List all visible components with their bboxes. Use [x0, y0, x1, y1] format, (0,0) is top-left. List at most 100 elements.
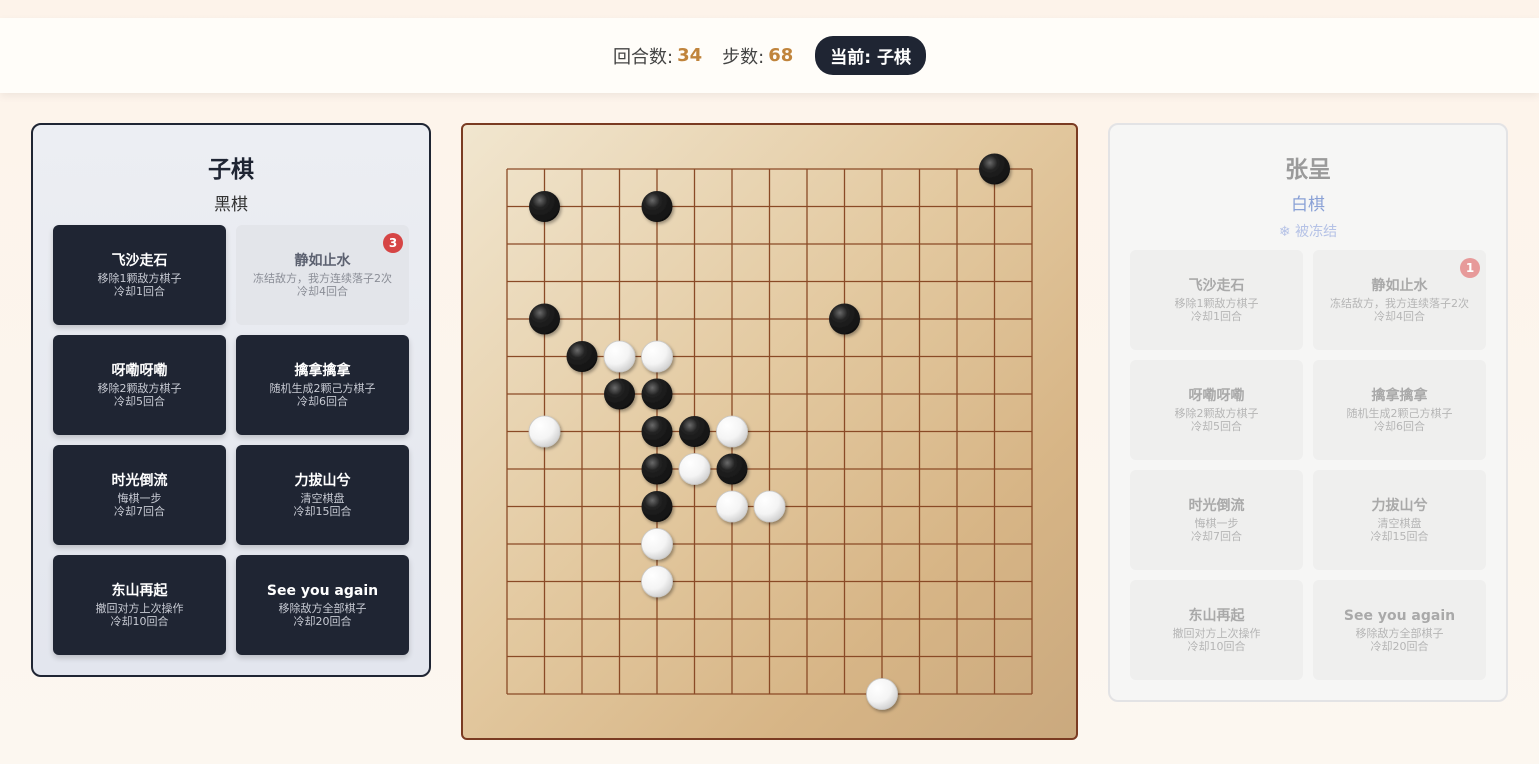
skill-card[interactable]: 力拔山兮 清空棋盘 冷却15回合 [236, 445, 409, 545]
skill-title: See you again [266, 582, 379, 599]
skill-description: 移除1颗敌方棋子 [97, 271, 182, 285]
skill-cooldown: 冷却10回合 [110, 614, 169, 628]
skill-card: 飞沙走石移除1颗敌方棋子 冷却1回合 [1130, 250, 1303, 350]
skill-cooldown: 冷却7回合 [1191, 529, 1242, 543]
player-name: 张呈 [1285, 157, 1331, 183]
step-counter: 步数: 68 [722, 43, 793, 69]
black-stone [716, 453, 748, 485]
skill-card[interactable]: 东山再起 撤回对方上次操作 冷却10回合 [53, 555, 226, 655]
player-name: 子棋 [208, 157, 254, 183]
skill-card[interactable]: 静如止水冻结敌方，我方连续落子2次 冷却4回合 3 [236, 225, 409, 325]
skill-cooldown: 冷却1回合 [114, 284, 165, 298]
skill-description: 移除1颗敌方棋子 [1174, 296, 1259, 310]
player-stone-color: 黑棋 [214, 195, 248, 215]
skill-description: 移除2颗敌方棋子 [1174, 406, 1259, 420]
skill-grid: 飞沙走石移除1颗敌方棋子 冷却1回合 静如止水冻结敌方，我方连续落子2次 冷却4回合 3… [53, 225, 409, 655]
step-label: 步数: [722, 46, 765, 68]
game-board[interactable] [461, 123, 1078, 740]
skill-grid: 飞沙走石移除1颗敌方棋子 冷却1回合 静如止水冻结敌方，我方连续落子2次 冷却4回合 1… [1130, 250, 1486, 680]
white-stone [716, 490, 748, 523]
white-stone [716, 415, 748, 448]
skill-cooldown: 冷却6回合 [297, 394, 348, 408]
skill-card[interactable]: See you again 移除敌方全部棋子 冷却20回合 [236, 555, 409, 655]
black-stone [641, 491, 673, 522]
skill-cooldown: 冷却7回合 [114, 504, 165, 518]
white-stone [603, 340, 636, 373]
skill-cooldown: 冷却15回合 [293, 504, 352, 518]
black-stone [641, 191, 673, 222]
status-bar: 回合数: 34 步数: 68 当前: 子棋 [0, 18, 1539, 93]
cooldown-badge: 3 [383, 233, 403, 253]
skill-description: 冻结敌方，我方连续落子2次 [253, 271, 392, 285]
skill-title: 擒拿擒拿 [294, 362, 351, 379]
white-stone [753, 490, 786, 523]
skill-title: 力拔山兮 [1371, 497, 1428, 514]
black-stone [529, 303, 560, 335]
skill-description: 冻结敌方，我方连续落子2次 [1330, 296, 1469, 310]
skill-card[interactable]: 擒拿擒拿随机生成2颗己方棋子 冷却6回合 [236, 335, 409, 435]
player-stone-color: 白棋 [1291, 195, 1325, 215]
skill-card[interactable]: 时光倒流 悔棋一步 冷却7回合 [53, 445, 226, 545]
step-value: 68 [768, 45, 794, 66]
black-stone [979, 153, 1010, 185]
skill-title: 时光倒流 [1188, 497, 1245, 514]
skill-cooldown: 冷却5回合 [1191, 419, 1242, 433]
black-stone [566, 341, 598, 372]
black-stone [641, 453, 673, 485]
skill-title: 飞沙走石 [111, 252, 168, 269]
skill-cooldown: 冷却15回合 [1370, 529, 1429, 543]
skill-title: 擒拿擒拿 [1371, 387, 1428, 404]
white-stone [866, 678, 898, 710]
skill-card: See you again 移除敌方全部棋子 冷却20回合 [1313, 580, 1486, 680]
round-value: 34 [677, 45, 703, 66]
skill-title: 静如止水 [294, 252, 351, 269]
white-stone [678, 453, 711, 485]
skill-description: 随机生成2颗己方棋子 [1346, 406, 1453, 420]
white-stone [528, 415, 561, 448]
black-stone [679, 416, 710, 447]
skill-title: 静如止水 [1371, 277, 1428, 294]
skill-card: 东山再起撤回对方上次操作 冷却10回合 [1130, 580, 1303, 680]
right-player-panel: 张呈 白棋 ❄ 被冻结 飞沙走石 移除1颗敌方棋子 冷却1回合 静如止水 冻结敌方，我方… [1108, 123, 1508, 702]
black-stone [604, 378, 635, 410]
white-stone [641, 528, 673, 560]
white-stone [641, 565, 673, 598]
skill-title: 力拔山兮 [294, 472, 351, 489]
skill-card: 力拔山兮清空棋盘 冷却15回合 [1313, 470, 1486, 570]
cooldown-badge: 1 [1460, 258, 1480, 278]
frozen-status: ❄ 被冻结 [1110, 221, 1506, 241]
left-player-panel: 子棋 黑棋 飞沙走石 移除1颗敌方棋子 冷却1回合 静如止水 冻结敌方，我方连续落子2次… [31, 123, 431, 677]
skill-card[interactable]: 飞沙走石移除1颗敌方棋子 冷却1回合 [53, 225, 226, 325]
skill-description: 撤回对方上次操作 [1172, 626, 1261, 640]
black-stone [641, 378, 673, 410]
white-stone [641, 340, 673, 373]
skill-description: 悔棋一步 [1194, 516, 1239, 530]
skill-card[interactable]: 呀嘞呀嘞移除2颗敌方棋子 冷却5回合 [53, 335, 226, 435]
skill-cooldown: 冷却20回合 [1370, 639, 1429, 653]
current-player-badge: 当前: 子棋 [815, 36, 926, 75]
skill-title: 呀嘞呀嘞 [111, 362, 168, 379]
skill-title: 飞沙走石 [1188, 277, 1245, 294]
round-counter: 回合数: 34 [613, 43, 702, 69]
skill-description: 移除敌方全部棋子 [278, 601, 367, 615]
snowflake-icon: ❄ [1278, 224, 1291, 240]
skill-cooldown: 冷却5回合 [114, 394, 165, 408]
black-stone [529, 191, 560, 222]
skill-description: 移除2颗敌方棋子 [97, 381, 182, 395]
skill-card: 静如止水冻结敌方，我方连续落子2次 冷却4回合 1 [1313, 250, 1486, 350]
skill-cooldown: 冷却10回合 [1187, 639, 1246, 653]
skill-description: 移除敌方全部棋子 [1355, 626, 1444, 640]
board-grid[interactable] [463, 125, 1076, 738]
skill-cooldown: 冷却6回合 [1374, 419, 1425, 433]
black-stone [641, 416, 673, 447]
skill-title: 呀嘞呀嘞 [1188, 387, 1245, 404]
skill-card: 时光倒流悔棋一步 冷却7回合 [1130, 470, 1303, 570]
skill-title: 东山再起 [1188, 607, 1245, 624]
skill-cooldown: 冷却4回合 [297, 284, 348, 298]
skill-cooldown: 冷却4回合 [1374, 309, 1425, 323]
skill-description: 撤回对方上次操作 [95, 601, 184, 615]
frozen-status-label: 被冻结 [1295, 224, 1338, 240]
skill-cooldown: 冷却1回合 [1191, 309, 1242, 323]
skill-description: 清空棋盘 [1377, 516, 1422, 530]
skill-description: 随机生成2颗己方棋子 [269, 381, 376, 395]
